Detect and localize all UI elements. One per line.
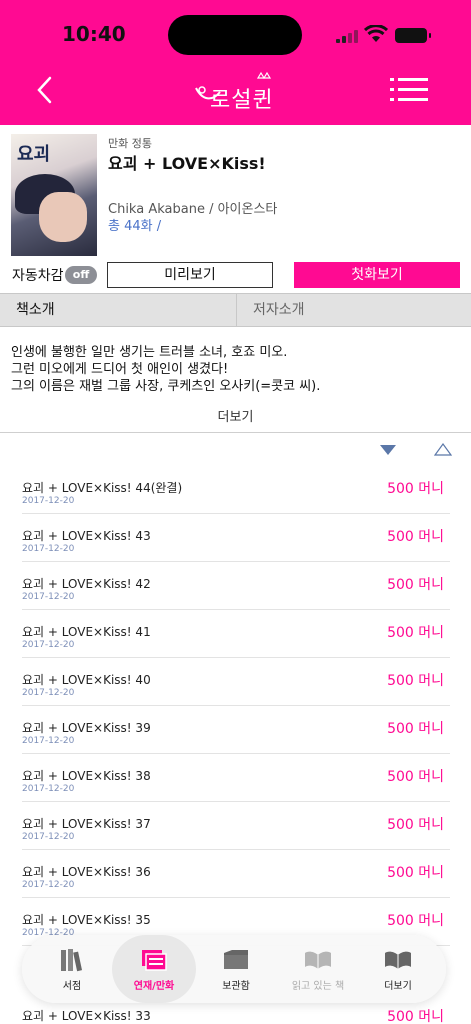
info-tabs: 책소개 저자소개 <box>0 293 471 327</box>
episode-date: 2017-12-20 <box>22 784 75 794</box>
book-title: 요괴 + LOVE×Kiss! <box>108 154 266 173</box>
open-book-icon <box>305 951 331 969</box>
episode-price: 500 머니 <box>387 481 444 497</box>
back-button[interactable] <box>30 72 60 108</box>
episode-date: 2017-12-20 <box>22 880 75 890</box>
episode-title: 요괴 + LOVE×Kiss! 36 <box>22 865 151 879</box>
synopsis-line: 그의 이름은 재벌 그룹 사장, 쿠케츠인 오사키(=콧코 씨). <box>11 379 321 394</box>
logo-text: 로설퀸 <box>210 88 274 113</box>
episode-title: 요괴 + LOVE×Kiss! 38 <box>22 769 151 783</box>
app-header: 10:40 로설퀸 <box>0 0 471 125</box>
episode-row[interactable]: 요괴 + LOVE×Kiss! 40 2017-12-20 500 머니 <box>22 658 450 706</box>
nav-item-reading[interactable]: 읽고 있는 책 <box>276 935 360 1003</box>
episode-title: 요괴 + LOVE×Kiss! 35 <box>22 913 151 927</box>
status-time: 10:40 <box>62 22 126 46</box>
episode-date: 2017-12-20 <box>22 544 75 554</box>
app-logo: 로설퀸 <box>190 68 290 113</box>
nav-label: 서점 <box>62 981 82 992</box>
synopsis: 인생에 불행한 일만 생기는 트러블 소녀, 호죠 미오. 그런 미오에게 드디… <box>11 344 320 395</box>
episode-price: 500 머니 <box>387 529 444 545</box>
episode-title: 요괴 + LOVE×Kiss! 39 <box>22 721 151 735</box>
nav-item-library[interactable]: 보관함 <box>194 935 278 1003</box>
episode-title: 요괴 + LOVE×Kiss! 37 <box>22 817 151 831</box>
episode-date: 2017-12-20 <box>22 736 75 746</box>
episode-row[interactable]: 요괴 + LOVE×Kiss! 37 2017-12-20 500 머니 <box>22 802 450 850</box>
book-cover: 요괴 <box>11 134 97 256</box>
episode-row[interactable]: 요괴 + LOVE×Kiss! 42 2017-12-20 500 머니 <box>22 562 450 610</box>
episode-price: 500 머니 <box>387 625 444 641</box>
divider <box>0 432 471 433</box>
episode-row[interactable]: 요괴 + LOVE×Kiss! 39 2017-12-20 500 머니 <box>22 706 450 754</box>
tab-book-intro[interactable]: 책소개 <box>0 294 236 326</box>
wifi-icon <box>364 25 388 42</box>
bottom-nav: 서점 연재/만화 보관함 읽고 있는 책 더보기 <box>22 935 446 1003</box>
episode-title: 요괴 + LOVE×Kiss! 44(완결) <box>22 481 183 495</box>
nav-label: 보관함 <box>222 981 250 992</box>
menu-button[interactable] <box>390 77 428 103</box>
episode-date: 2017-12-20 <box>22 496 75 506</box>
episode-title: 요괴 + LOVE×Kiss! 33 <box>22 1009 151 1023</box>
nav-label: 더보기 <box>384 981 412 992</box>
episode-row[interactable]: 요괴 + LOVE×Kiss! 44(완결) 2017-12-20 500 머니 <box>22 466 450 514</box>
folder-icon <box>224 950 248 969</box>
episode-row[interactable]: 요괴 + LOVE×Kiss! 43 2017-12-20 500 머니 <box>22 514 450 562</box>
synopsis-more-button[interactable]: 더보기 <box>0 406 471 425</box>
preview-button[interactable]: 미리보기 <box>107 262 273 288</box>
nav-item-more[interactable]: 더보기 <box>356 935 440 1003</box>
nav-label: 읽고 있는 책 <box>291 981 345 992</box>
synopsis-line: 인생에 불행한 일만 생기는 트러블 소녀, 호죠 미오. <box>11 345 288 360</box>
episode-price: 500 머니 <box>387 1009 444 1024</box>
battery-icon <box>395 28 431 43</box>
dynamic-island <box>168 15 302 55</box>
episode-date: 2017-12-20 <box>22 688 75 698</box>
book-genre: 만화 정통 <box>108 137 152 150</box>
sort-descending-icon[interactable] <box>379 444 397 456</box>
episode-title: 요괴 + LOVE×Kiss! 42 <box>22 577 151 591</box>
autopay-toggle[interactable]: off <box>65 266 97 284</box>
episode-price: 500 머니 <box>387 577 444 593</box>
books-icon <box>61 949 83 972</box>
episode-price: 500 머니 <box>387 865 444 881</box>
nav-item-serial-comics[interactable]: 연재/만화 <box>112 935 196 1003</box>
episode-date: 2017-12-20 <box>22 832 75 842</box>
episode-title: 요괴 + LOVE×Kiss! 41 <box>22 625 151 639</box>
episode-row[interactable]: 요괴 + LOVE×Kiss! 38 2017-12-20 500 머니 <box>22 754 450 802</box>
open-book-icon <box>385 951 411 969</box>
episode-date: 2017-12-20 <box>22 640 75 650</box>
episode-row[interactable]: 요괴 + LOVE×Kiss! 41 2017-12-20 500 머니 <box>22 610 450 658</box>
first-episode-button[interactable]: 첫화보기 <box>294 262 460 288</box>
episode-price: 500 머니 <box>387 769 444 785</box>
episode-price: 500 머니 <box>387 721 444 737</box>
episode-price: 500 머니 <box>387 817 444 833</box>
cover-title: 요괴 <box>17 144 51 165</box>
nav-item-bookstore[interactable]: 서점 <box>30 935 114 1003</box>
synopsis-line: 그런 미오에게 드디어 첫 애인이 생겼다! <box>11 362 229 377</box>
episode-title: 요괴 + LOVE×Kiss! 40 <box>22 673 151 687</box>
episode-count: 총 44화 / <box>108 219 162 234</box>
nav-label: 연재/만화 <box>133 981 175 992</box>
episode-row[interactable]: 요괴 + LOVE×Kiss! 36 2017-12-20 500 머니 <box>22 850 450 898</box>
episode-title: 요괴 + LOVE×Kiss! 43 <box>22 529 151 543</box>
signal-icon <box>336 30 358 43</box>
tab-author-intro[interactable]: 저자소개 <box>236 294 471 326</box>
episode-price: 500 머니 <box>387 673 444 689</box>
episode-date: 2017-12-20 <box>22 592 75 602</box>
sort-ascending-icon[interactable] <box>434 443 452 456</box>
autopay-label: 자동차감 <box>12 268 64 284</box>
episode-price: 500 머니 <box>387 913 444 929</box>
serial-icon <box>142 950 167 971</box>
